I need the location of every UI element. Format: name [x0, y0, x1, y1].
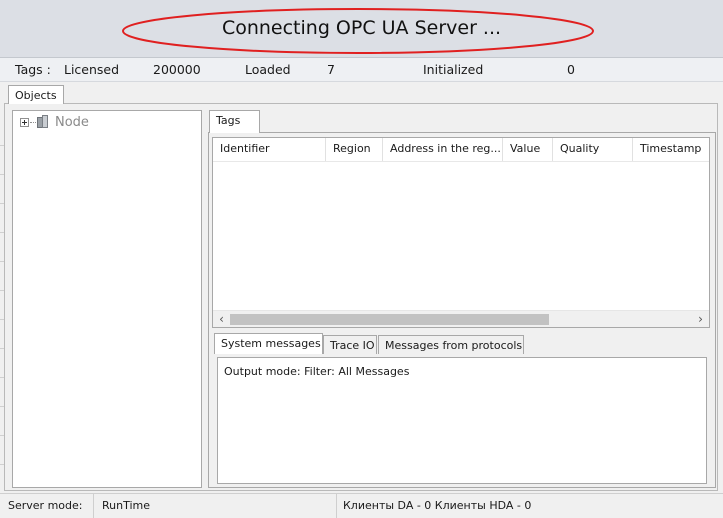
output-mode-text: Output mode: Filter: All Messages: [224, 365, 410, 378]
scroll-left-icon[interactable]: ‹: [213, 311, 230, 328]
tab-system-messages[interactable]: System messages: [214, 333, 323, 354]
column-header-identifier[interactable]: Identifier: [213, 138, 326, 161]
licensed-label: Licensed: [64, 62, 120, 77]
status-bar: Server mode: RunTime Клиенты DA - 0 Клие…: [0, 493, 723, 518]
tree-connector: [30, 121, 36, 123]
licensed-value: 200000: [153, 62, 201, 77]
tags-label: Tags :: [15, 62, 51, 77]
connection-status-title: Connecting OPC UA Server ...: [221, 17, 502, 39]
loaded-value: 7: [327, 62, 335, 77]
scroll-thumb[interactable]: [230, 314, 549, 325]
tab-tags[interactable]: Tags: [209, 110, 260, 133]
server-mode-label: Server mode:: [0, 494, 94, 518]
tags-grid[interactable]: [212, 137, 710, 328]
column-header-timestamp[interactable]: Timestamp: [633, 138, 709, 161]
tab-objects[interactable]: Objects: [8, 85, 64, 104]
tab-messages-from-protocols[interactable]: Messages from protocols: [378, 335, 524, 354]
object-tree-panel[interactable]: [12, 110, 202, 488]
tags-grid-hscrollbar[interactable]: ‹ ›: [213, 310, 709, 327]
tab-trace-io[interactable]: Trace IO: [323, 335, 377, 354]
column-header-region[interactable]: Region: [326, 138, 383, 161]
tag-stats-bar: Tags : Licensed 200000 Loaded 7 Initiali…: [0, 58, 723, 82]
connection-banner: Connecting OPC UA Server ...: [0, 0, 723, 58]
server-mode-value: RunTime: [94, 494, 337, 518]
column-header-value[interactable]: Value: [503, 138, 553, 161]
tags-grid-header: Identifier Region Address in the reg... …: [213, 138, 709, 162]
clients-status: Клиенты DA - 0 Клиенты HDA - 0: [343, 499, 532, 512]
initialized-value: 0: [567, 62, 575, 77]
initialized-label: Initialized: [423, 62, 484, 77]
scroll-right-icon[interactable]: ›: [692, 311, 709, 328]
tree-node-root[interactable]: Node: [20, 114, 89, 130]
column-header-address[interactable]: Address in the reg...: [383, 138, 503, 161]
server-node-icon: [37, 115, 49, 129]
column-header-quality[interactable]: Quality: [553, 138, 633, 161]
tree-node-label: Node: [55, 114, 89, 130]
loaded-label: Loaded: [245, 62, 291, 77]
expand-plus-icon[interactable]: [20, 117, 29, 127]
